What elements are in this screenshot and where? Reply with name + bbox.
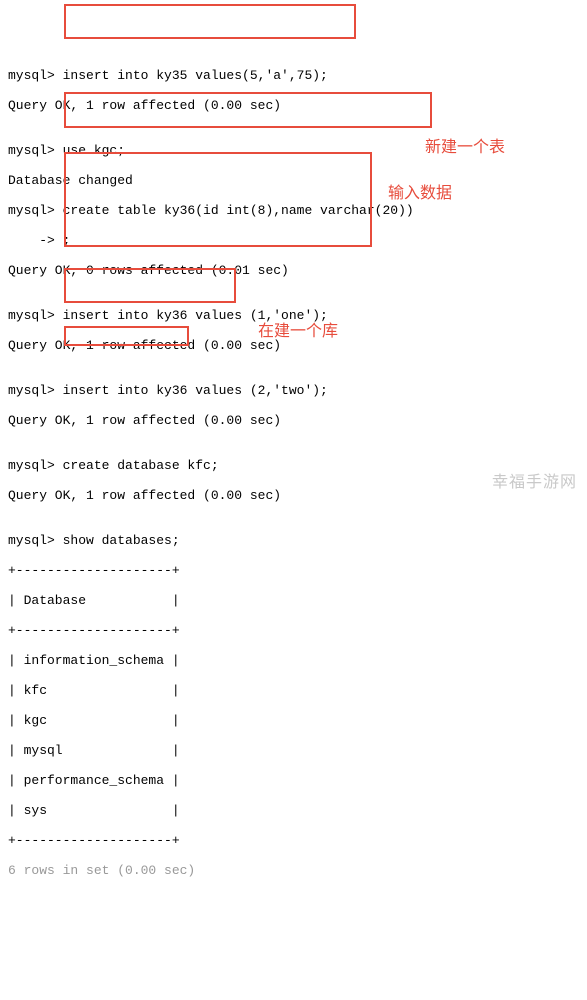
terminal-line: mysql> insert into ky36 values (2,'two')… (8, 383, 587, 398)
annotation-label-create-db: 在建一个库 (258, 324, 338, 339)
table-row: | kgc | (8, 713, 587, 728)
table-row: | information_schema | (8, 653, 587, 668)
table-row: | mysql | (8, 743, 587, 758)
watermark-text: 幸福手游网 (492, 475, 577, 490)
terminal-line-footer: 6 rows in set (0.00 sec) (8, 863, 587, 878)
annotation-label-insert-data: 输入数据 (388, 186, 452, 201)
table-border: +--------------------+ (8, 563, 587, 578)
terminal-line: Query OK, 1 row affected (0.00 sec) (8, 338, 587, 353)
terminal-line: mysql> show databases; (8, 533, 587, 548)
terminal-line: mysql> insert into ky36 values (1,'one')… (8, 308, 587, 323)
table-border: +--------------------+ (8, 833, 587, 848)
table-row: | performance_schema | (8, 773, 587, 788)
terminal-line: Query OK, 0 rows affected (0.01 sec) (8, 263, 587, 278)
terminal-line: Query OK, 1 row affected (0.00 sec) (8, 413, 587, 428)
table-header: | Database | (8, 593, 587, 608)
terminal-line: Database changed (8, 173, 587, 188)
terminal-line: Query OK, 1 row affected (0.00 sec) (8, 98, 587, 113)
table-row: | kfc | (8, 683, 587, 698)
annotation-label-create-table: 新建一个表 (425, 140, 505, 155)
table-border: +--------------------+ (8, 623, 587, 638)
table-row: | sys | (8, 803, 587, 818)
terminal-line: mysql> create table ky36(id int(8),name … (8, 203, 587, 218)
terminal-line: mysql> insert into ky35 values(5,'a',75)… (8, 68, 587, 83)
terminal-line: mysql> create database kfc; (8, 458, 587, 473)
annotation-box-insert-ky35 (64, 4, 356, 39)
terminal-line: -> ; (8, 233, 587, 248)
